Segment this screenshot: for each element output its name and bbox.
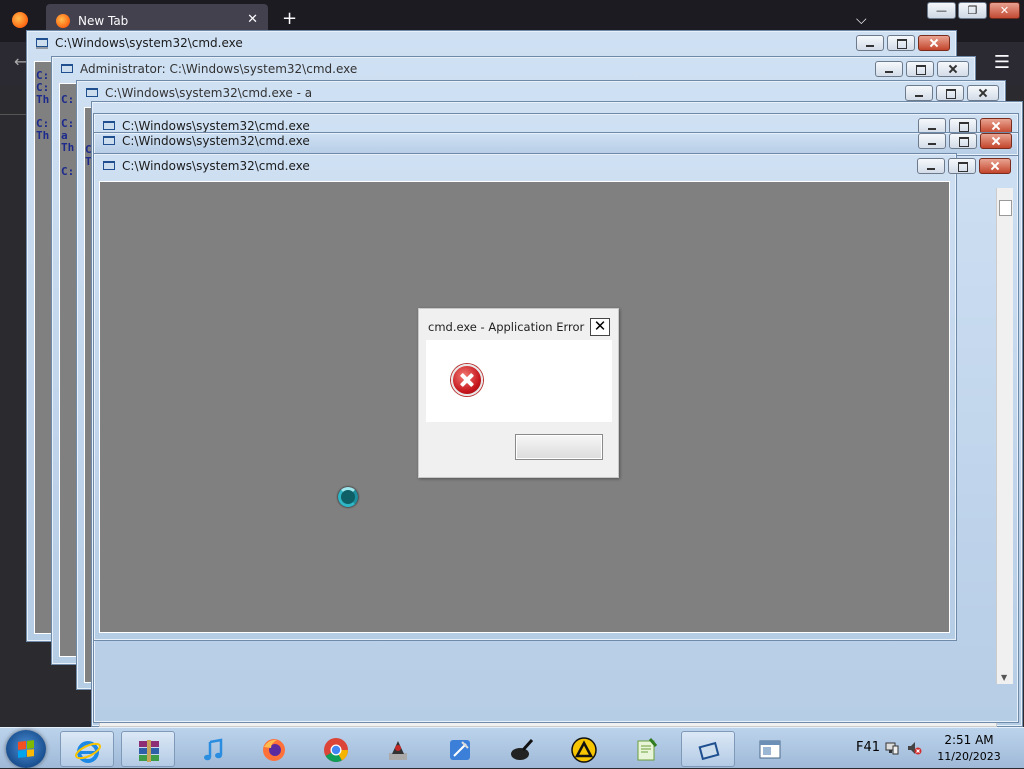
internet-explorer-icon: [75, 741, 101, 763]
dialog-titlebar[interactable]: cmd.exe - Application Error ✕: [419, 309, 618, 337]
start-button[interactable]: [6, 730, 46, 768]
cmd-icon: [36, 38, 48, 49]
console-text: C: C: Th C: Th: [36, 69, 50, 142]
aimp-icon: [571, 737, 597, 763]
cmd-window-2-title: Administrator: C:\Windows\system32\cmd.e…: [80, 62, 358, 76]
error-icon: [451, 364, 483, 396]
network-icon[interactable]: [884, 740, 900, 756]
firefox-close-button[interactable]: ✕: [989, 2, 1020, 19]
notepad-plus-plus-icon: [637, 738, 658, 761]
close-button[interactable]: [967, 85, 999, 101]
firefox-window-controls: — ❐ ✕: [927, 2, 1020, 19]
list-all-tabs-button[interactable]: ⌵: [856, 12, 867, 28]
taskbar-item-xcode[interactable]: [433, 731, 487, 767]
clock-date[interactable]: 11/20/2023: [934, 750, 1004, 763]
cmd-window-1-titlebar[interactable]: C:\Windows\system32\cmd.exe: [27, 31, 956, 55]
cmd-window-6-title: C:\Windows\system32\cmd.exe: [122, 134, 310, 148]
cmd-window-2-titlebar[interactable]: Administrator: C:\Windows\system32\cmd.e…: [52, 57, 975, 81]
maximize-button[interactable]: [887, 35, 915, 51]
taskbar-item-internet-explorer[interactable]: [60, 731, 114, 767]
cmd-window-front-controls: [917, 158, 1011, 174]
taskbar-item-aimp[interactable]: [557, 731, 611, 767]
firefox-logo-icon: [12, 12, 28, 28]
chrome-icon: [324, 738, 348, 763]
minimize-button[interactable]: [905, 85, 933, 101]
cmd-window-front-title: C:\Windows\system32\cmd.exe: [122, 159, 310, 173]
taskbar-item-notepad-plus-plus[interactable]: [619, 731, 673, 767]
window-icon: [759, 740, 781, 759]
close-button[interactable]: [980, 133, 1012, 149]
cmd-icon: [61, 64, 73, 73]
maximize-button[interactable]: [906, 61, 934, 77]
minimize-button[interactable]: [875, 61, 903, 77]
scroll-down-arrow-icon[interactable]: ▼: [1001, 673, 1007, 682]
hamburger-menu-icon[interactable]: ☰: [994, 52, 1010, 73]
firefox-minimize-button[interactable]: —: [927, 2, 956, 19]
firefox-tab-favicon-icon: [56, 14, 70, 28]
firefox-restore-button[interactable]: ❐: [958, 2, 987, 19]
cmd-icon: [103, 121, 115, 130]
itunes-icon: [204, 738, 223, 761]
ink-bottle-icon: [511, 738, 534, 760]
cmd-stack-icon: [698, 741, 720, 761]
windows-logo-icon: [18, 740, 34, 758]
busy-cursor-icon: [338, 487, 358, 507]
maximize-button[interactable]: [948, 158, 976, 174]
firefox-icon: [263, 739, 285, 761]
cmd-icon: [103, 136, 115, 145]
tab-close-icon[interactable]: ✕: [247, 12, 258, 27]
taskbar-item-itunes[interactable]: [186, 731, 240, 767]
close-button[interactable]: [937, 61, 969, 77]
scrollbar-thumb[interactable]: [999, 200, 1012, 216]
clock-time[interactable]: 2:51 AM: [934, 733, 1004, 747]
close-button[interactable]: [979, 158, 1011, 174]
dialog-close-button[interactable]: ✕: [590, 318, 610, 336]
cmd-icon: [103, 161, 115, 170]
console-text: C: C: a Th C:: [61, 93, 75, 178]
vertical-scrollbar[interactable]: ▼: [996, 188, 1013, 684]
dialog-message-area: [426, 340, 612, 422]
minimize-button[interactable]: [856, 35, 884, 51]
minimize-button[interactable]: [918, 133, 946, 149]
taskbar-item-firefox[interactable]: [247, 731, 301, 767]
taskbar-item-chrome[interactable]: [309, 731, 363, 767]
cmd-icon: [86, 88, 98, 97]
system-tray: F41 2:51 AM 11/20/2023: [854, 728, 1024, 769]
minimize-button[interactable]: [917, 158, 945, 174]
cmd-window-1-title: C:\Windows\system32\cmd.exe: [55, 36, 243, 50]
taskbar-item-java-installer[interactable]: [371, 731, 425, 767]
firefox-tab-title: New Tab: [78, 14, 129, 28]
dialog-ok-button[interactable]: [515, 434, 603, 460]
cmd-window-front-titlebar[interactable]: C:\Windows\system32\cmd.exe: [94, 154, 956, 178]
maximize-button[interactable]: [949, 133, 977, 149]
winrar-icon: [139, 740, 159, 762]
cmd-window-3-title: C:\Windows\system32\cmd.exe - a: [105, 86, 313, 100]
taskbar-item-explorer-window[interactable]: [743, 731, 797, 767]
java-installer-icon: [389, 741, 407, 760]
taskbar-item-ink-tool[interactable]: [495, 731, 549, 767]
dialog-title: cmd.exe - Application Error: [428, 320, 585, 334]
maximize-button[interactable]: [936, 85, 964, 101]
cmd-window-6-titlebar[interactable]: C:\Windows\system32\cmd.exe: [94, 133, 1018, 153]
new-tab-button[interactable]: +: [282, 10, 297, 28]
taskbar-item-winrar[interactable]: [121, 731, 175, 767]
cmd-window-5-title: C:\Windows\system32\cmd.exe: [122, 119, 310, 133]
taskbar: F41 2:51 AM 11/20/2023: [0, 727, 1024, 768]
xcode-icon: [450, 740, 470, 760]
volume-muted-icon[interactable]: [906, 740, 922, 756]
application-error-dialog[interactable]: cmd.exe - Application Error ✕: [418, 308, 619, 478]
close-button[interactable]: [918, 35, 950, 51]
taskbar-item-cmd-windows[interactable]: [681, 731, 735, 767]
tray-language-indicator[interactable]: F41: [856, 740, 880, 755]
